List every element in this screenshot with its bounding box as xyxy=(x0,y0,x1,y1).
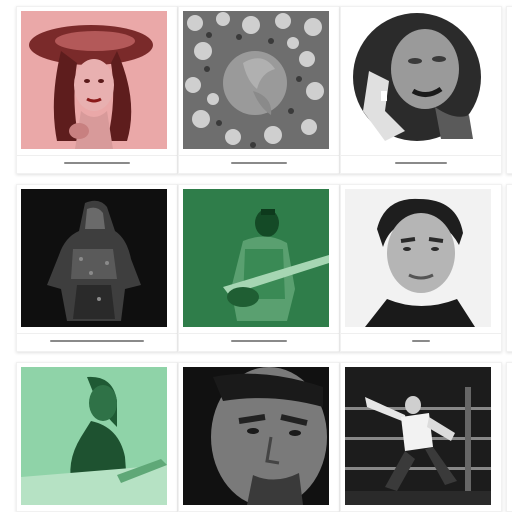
gallery-image[interactable] xyxy=(345,189,491,327)
gallery-card[interactable] xyxy=(16,184,178,352)
wrestler-icon xyxy=(345,367,491,505)
gallery-image[interactable] xyxy=(183,367,329,505)
man-closeup-icon xyxy=(183,367,329,505)
image-caption xyxy=(179,155,339,169)
portrait-man-icon xyxy=(345,189,491,327)
image-caption xyxy=(17,333,177,347)
gallery-card[interactable] xyxy=(16,362,178,512)
image-caption xyxy=(17,155,177,169)
gallery-card-partial[interactable] xyxy=(506,184,512,352)
dark-figure-icon xyxy=(21,189,167,327)
gallery-image[interactable] xyxy=(21,189,167,327)
image-caption xyxy=(179,333,339,347)
floral-pattern-icon xyxy=(183,11,329,149)
gallery-image[interactable] xyxy=(345,367,491,505)
portrait-woman-circle-icon xyxy=(345,11,491,149)
woman-profile-icon xyxy=(21,367,167,505)
image-grid xyxy=(0,0,512,512)
gallery-card-partial[interactable] xyxy=(506,6,512,174)
gallery-card[interactable] xyxy=(16,6,178,174)
gallery-card-partial[interactable] xyxy=(506,362,512,512)
gallery-image[interactable] xyxy=(21,11,167,149)
portrait-woman-hat-icon xyxy=(21,11,167,149)
gallery-card[interactable] xyxy=(178,184,340,352)
gallery-image[interactable] xyxy=(21,367,167,505)
gallery-image[interactable] xyxy=(183,11,329,149)
gallery-card[interactable] xyxy=(340,362,502,512)
gallery-card[interactable] xyxy=(178,362,340,512)
image-caption xyxy=(341,333,501,347)
gallery-card[interactable] xyxy=(340,6,502,174)
image-caption xyxy=(341,155,501,169)
gallery-image[interactable] xyxy=(183,189,329,327)
gallery-card[interactable] xyxy=(340,184,502,352)
gallery-image[interactable] xyxy=(345,11,491,149)
gallery-card[interactable] xyxy=(178,6,340,174)
guitarist-icon xyxy=(183,189,329,327)
